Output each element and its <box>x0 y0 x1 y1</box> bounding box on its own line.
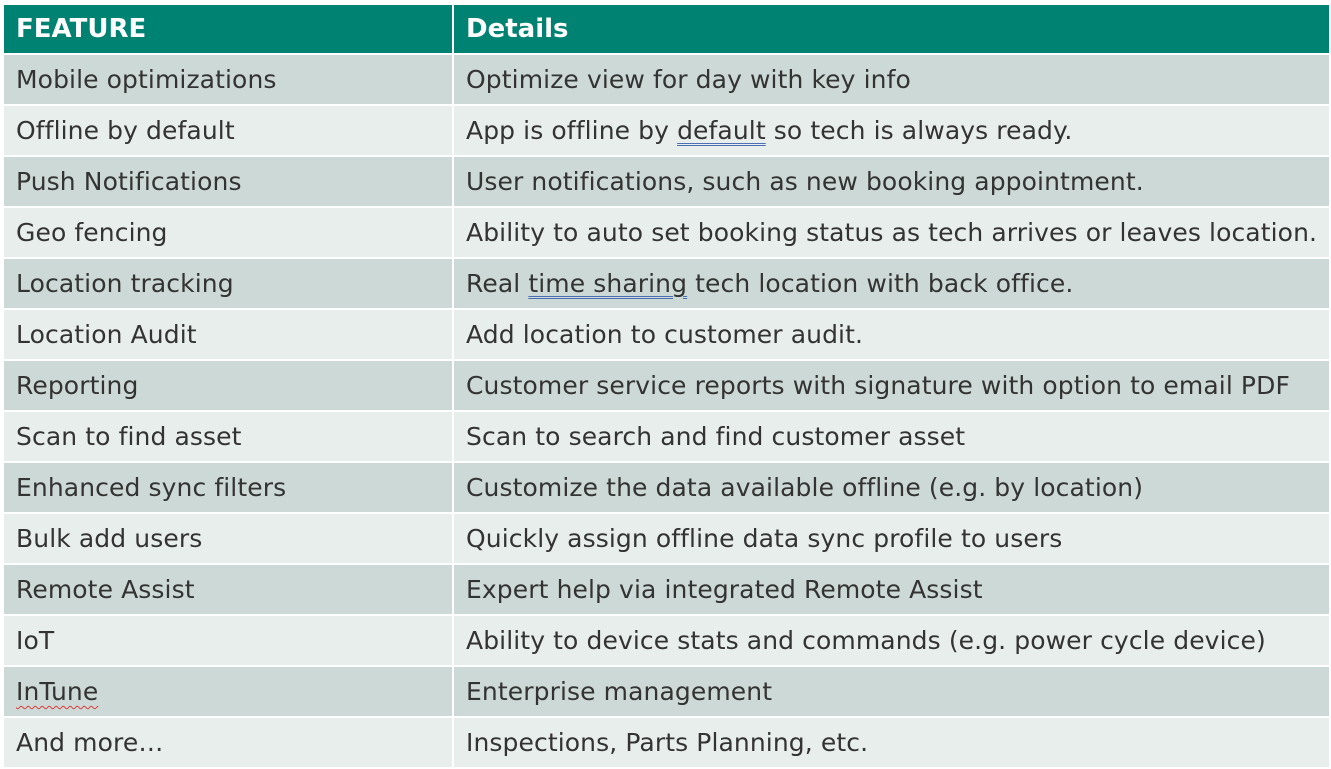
grammar-flagged-word: time sharing <box>528 269 688 298</box>
table-row: Remote Assist Expert help via integrated… <box>4 564 1331 616</box>
feature-cell: InTune <box>4 666 454 718</box>
feature-cell: Remote Assist <box>4 564 454 616</box>
details-cell: User notifications, such as new booking … <box>453 156 1331 208</box>
details-cell: Enterprise management <box>453 666 1331 718</box>
feature-cell: IoT <box>4 615 454 667</box>
table-row: Bulk add users Quickly assign offline da… <box>4 513 1331 565</box>
feature-cell: Reporting <box>4 360 454 412</box>
table-row: Location Audit Add location to customer … <box>4 309 1331 361</box>
feature-cell: And more… <box>4 717 454 769</box>
details-text: Real <box>466 269 529 298</box>
table-row: Location tracking Real time sharing tech… <box>4 258 1331 310</box>
feature-cell: Location Audit <box>4 309 454 361</box>
table-row: Mobile optimizations Optimize view for d… <box>4 54 1331 106</box>
feature-cell: Offline by default <box>4 105 454 157</box>
table-header-row: FEATURE Details <box>4 5 1331 55</box>
details-text: tech location with back office. <box>687 269 1074 298</box>
grammar-flagged-word: default <box>677 116 766 145</box>
spellcheck-flagged-word: InTune <box>16 677 99 706</box>
table-row: Geo fencing Ability to auto set booking … <box>4 207 1331 259</box>
details-cell: Ability to auto set booking status as te… <box>453 207 1331 259</box>
feature-cell: Bulk add users <box>4 513 454 565</box>
details-cell: Customize the data available offline (e.… <box>453 462 1331 514</box>
table-row: Push Notifications User notifications, s… <box>4 156 1331 208</box>
details-cell: Expert help via integrated Remote Assist <box>453 564 1331 616</box>
details-cell: Ability to device stats and commands (e.… <box>453 615 1331 667</box>
details-cell: Inspections, Parts Planning, etc. <box>453 717 1331 769</box>
details-cell: Scan to search and find customer asset <box>453 411 1331 463</box>
table-row: IoT Ability to device stats and commands… <box>4 615 1331 667</box>
details-cell: App is offline by default so tech is alw… <box>453 105 1331 157</box>
details-text: so tech is always ready. <box>765 116 1073 145</box>
table-row: Reporting Customer service reports with … <box>4 360 1331 412</box>
details-text: App is offline by <box>466 116 678 145</box>
feature-cell: Push Notifications <box>4 156 454 208</box>
table-row: Enhanced sync filters Customize the data… <box>4 462 1331 514</box>
column-header-feature: FEATURE <box>4 5 454 55</box>
details-cell: Customer service reports with signature … <box>453 360 1331 412</box>
table-row: InTune Enterprise management <box>4 666 1331 718</box>
feature-cell: Enhanced sync filters <box>4 462 454 514</box>
feature-cell: Scan to find asset <box>4 411 454 463</box>
table-row: Scan to find asset Scan to search and fi… <box>4 411 1331 463</box>
details-cell: Add location to customer audit. <box>453 309 1331 361</box>
feature-cell: Geo fencing <box>4 207 454 259</box>
feature-table: FEATURE Details Mobile optimizations Opt… <box>4 5 1331 769</box>
table-row: And more… Inspections, Parts Planning, e… <box>4 717 1331 769</box>
column-header-details: Details <box>453 5 1331 55</box>
details-cell: Optimize view for day with key info <box>453 54 1331 106</box>
feature-cell: Mobile optimizations <box>4 54 454 106</box>
feature-cell: Location tracking <box>4 258 454 310</box>
table-row: Offline by default App is offline by def… <box>4 105 1331 157</box>
details-cell: Quickly assign offline data sync profile… <box>453 513 1331 565</box>
details-cell: Real time sharing tech location with bac… <box>453 258 1331 310</box>
